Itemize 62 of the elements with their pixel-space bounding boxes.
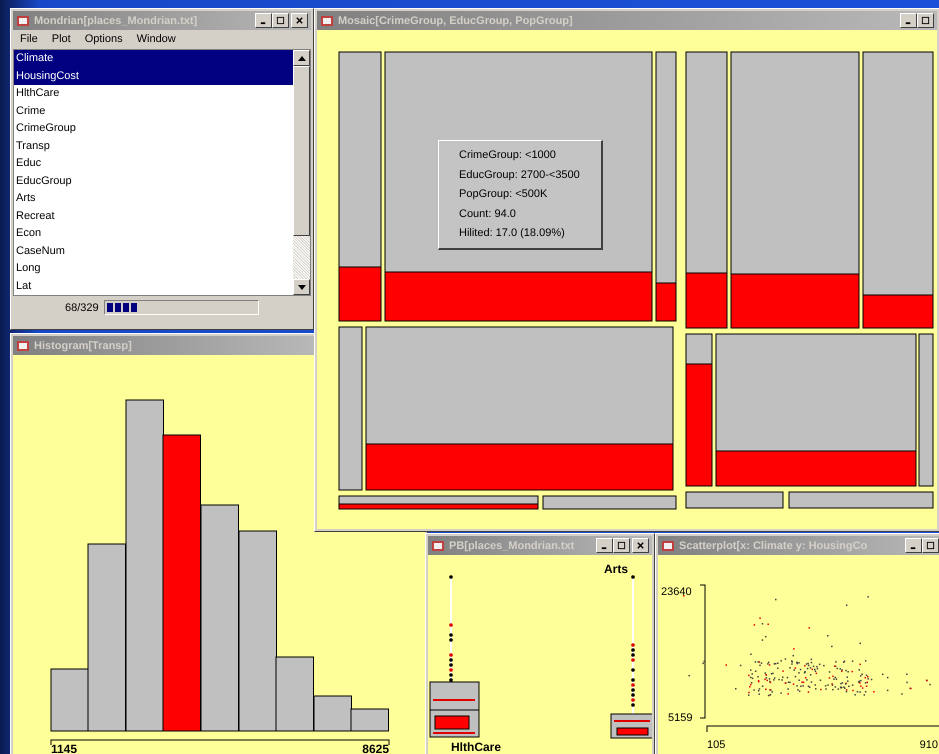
menu-item[interactable]: Plot (50, 33, 72, 45)
axis-label: 23640 (661, 586, 692, 598)
list-item[interactable]: HousingCost (14, 68, 293, 85)
scroll-down-button[interactable] (293, 279, 310, 295)
minimize-button[interactable] (596, 538, 613, 553)
axis-label: 1145 (51, 742, 78, 754)
selection-count: 68/329 (65, 302, 99, 314)
tooltip-line: EducGroup: 2700-<3500 (459, 168, 581, 182)
tooltip-line: Hilited: 17.0 (18.09%) (459, 226, 566, 241)
app-icon (16, 338, 30, 352)
tooltip-line: Count: 94.0 (459, 206, 517, 222)
close-button[interactable] (291, 13, 308, 28)
list-item[interactable]: Long (14, 260, 293, 278)
maximize-button[interactable] (917, 13, 934, 28)
window-title: Mosaic[CrimeGroup, EducGroup, PopGroup] (338, 14, 574, 26)
list-item[interactable]: Arts (14, 190, 293, 208)
up-arrow-icon (298, 56, 306, 60)
app-icon (661, 538, 675, 552)
tooltip-line: CrimeGroup: <1000 (459, 148, 557, 163)
list-item[interactable]: Climate (14, 50, 293, 68)
list-item[interactable]: Educ (14, 155, 293, 172)
list-item[interactable]: HlthCare (14, 85, 293, 102)
axis-label: 910 (920, 739, 938, 751)
menu-item[interactable]: File (19, 33, 39, 45)
maximize-icon (617, 541, 626, 550)
app-icon (431, 538, 445, 552)
app-icon (16, 14, 30, 28)
axis-label: 105 (707, 739, 726, 751)
minimize-button[interactable] (905, 538, 922, 553)
axis-label: 5159 (668, 712, 692, 724)
list-item[interactable]: Econ (14, 225, 293, 242)
maximize-icon (276, 16, 285, 25)
list-item[interactable]: CrimeGroup (14, 120, 293, 138)
plot-label: HlthCare (451, 740, 502, 754)
list-item[interactable]: Transp (14, 138, 293, 155)
list-item[interactable]: CaseNum (14, 242, 293, 260)
list-item[interactable]: Crime (14, 102, 293, 120)
scroll-up-button[interactable] (293, 50, 310, 66)
minimize-button[interactable] (900, 13, 917, 28)
window-title: Histogram[Transp] (34, 340, 133, 352)
menu-item[interactable]: Window (136, 33, 177, 45)
axis-label: 8625 (362, 742, 389, 754)
list-item[interactable]: Lat (14, 278, 293, 295)
list-item[interactable]: EducGroup (14, 172, 293, 190)
maximize-button[interactable] (613, 538, 630, 553)
down-arrow-icon (298, 284, 306, 290)
minimize-button[interactable] (255, 13, 272, 28)
window-title: Mondrian[places_Mondrian.txt] (34, 14, 198, 26)
close-icon (295, 16, 304, 25)
maximize-button[interactable] (922, 538, 939, 553)
tooltip-line: PopGroup: <500K (459, 187, 548, 202)
maximize-button[interactable] (272, 13, 289, 28)
maximize-icon (926, 541, 935, 550)
menu-item[interactable]: Options (84, 33, 124, 45)
plot-label: Arts (604, 562, 628, 576)
window-title: PB[places_Mondrian.txt (449, 540, 576, 552)
close-button[interactable] (632, 538, 649, 553)
scroll-thumb[interactable] (293, 66, 310, 236)
close-icon (636, 541, 645, 550)
app-icon (320, 14, 334, 28)
maximize-icon (921, 16, 930, 25)
list-item[interactable]: Recreat (14, 208, 293, 225)
